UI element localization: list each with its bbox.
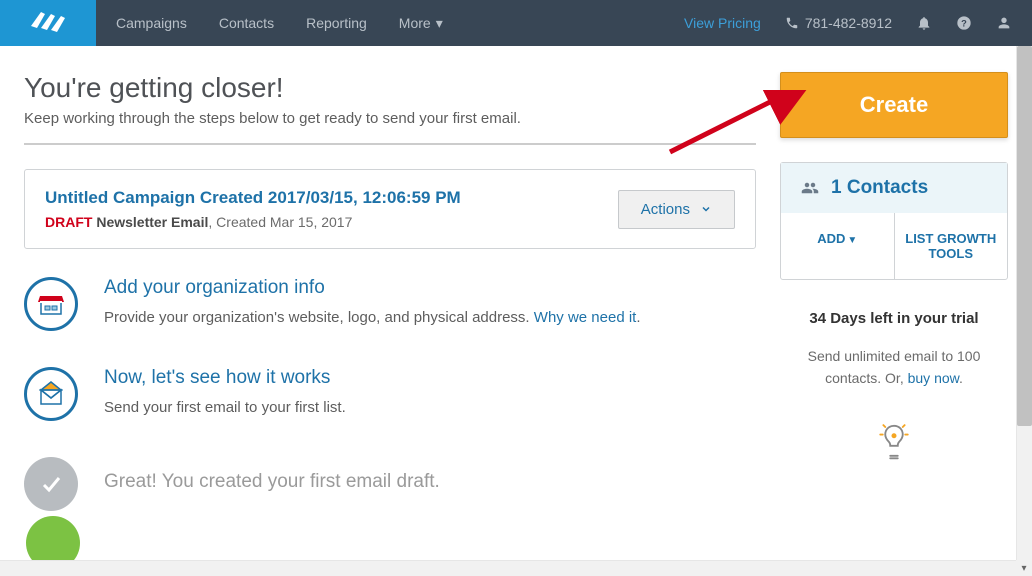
buy-now-link[interactable]: buy now	[908, 370, 959, 386]
storefront-icon	[24, 277, 78, 331]
nav-contacts[interactable]: Contacts	[219, 15, 274, 32]
contacts-widget: 1 Contacts ADD▼ LIST GROWTH TOOLS	[780, 162, 1008, 280]
campaign-title-link[interactable]: Untitled Campaign Created 2017/03/15, 12…	[45, 188, 461, 208]
campaign-meta: DRAFT Newsletter Email, Created Mar 15, …	[45, 214, 461, 230]
help-icon[interactable]: ?	[956, 15, 972, 31]
svg-text:?: ?	[961, 18, 967, 28]
step-how-it-works: Now, let's see how it works Send your fi…	[24, 367, 756, 421]
campaign-card: Untitled Campaign Created 2017/03/15, 12…	[24, 169, 756, 249]
step-org-info: Add your organization info Provide your …	[24, 277, 756, 331]
page-title: You're getting closer!	[24, 72, 521, 104]
vertical-scrollbar[interactable]	[1016, 46, 1032, 560]
brand-logo[interactable]	[0, 0, 96, 46]
divider	[24, 143, 756, 145]
top-navigation: Campaigns Contacts Reporting More▾ View …	[0, 0, 1032, 46]
page-subtitle: Keep working through the steps below to …	[24, 110, 521, 127]
lightbulb-icon	[786, 423, 1002, 466]
create-button[interactable]: Create	[780, 72, 1008, 138]
nav-more[interactable]: More▾	[399, 15, 443, 32]
caret-down-icon: ▼	[847, 235, 857, 246]
step-org-info-title[interactable]: Add your organization info	[104, 277, 641, 299]
trial-info: 34 Days left in your trial Send unlimite…	[780, 308, 1008, 466]
envelope-icon	[24, 367, 78, 421]
nav-reporting[interactable]: Reporting	[306, 15, 367, 32]
phone-icon	[785, 16, 799, 30]
checkmark-icon	[24, 457, 78, 511]
support-phone: 781-482-8912	[785, 15, 892, 31]
contacts-icon	[799, 179, 821, 197]
list-growth-tools-button[interactable]: LIST GROWTH TOOLS	[895, 213, 1008, 279]
chevron-down-icon	[700, 203, 712, 215]
contacts-widget-header[interactable]: 1 Contacts	[781, 163, 1007, 213]
chevron-down-icon: ▾	[436, 15, 443, 32]
campaign-actions-button[interactable]: Actions	[618, 190, 735, 229]
view-pricing-link[interactable]: View Pricing	[684, 15, 761, 31]
step-done-text: Great! You created your first email draf…	[104, 471, 440, 493]
notifications-icon[interactable]	[916, 15, 932, 31]
add-contact-button[interactable]: ADD▼	[781, 213, 895, 279]
profile-icon[interactable]	[996, 15, 1012, 31]
why-we-need-it-link[interactable]: Why we need it	[534, 309, 637, 326]
step-how-it-works-desc: Send your first email to your first list…	[104, 399, 346, 416]
step-how-it-works-title[interactable]: Now, let's see how it works	[104, 367, 346, 389]
nav-campaigns[interactable]: Campaigns	[116, 15, 187, 32]
step-draft-done: Great! You created your first email draf…	[24, 457, 756, 511]
scroll-corner: ▾	[1016, 560, 1032, 576]
step-org-info-desc: Provide your organization's website, log…	[104, 309, 641, 326]
trial-days-left: 34 Days left in your trial	[786, 308, 1002, 331]
horizontal-scrollbar[interactable]	[0, 560, 1016, 576]
trial-description: Send unlimited email to 100 contacts. Or…	[786, 345, 1002, 390]
